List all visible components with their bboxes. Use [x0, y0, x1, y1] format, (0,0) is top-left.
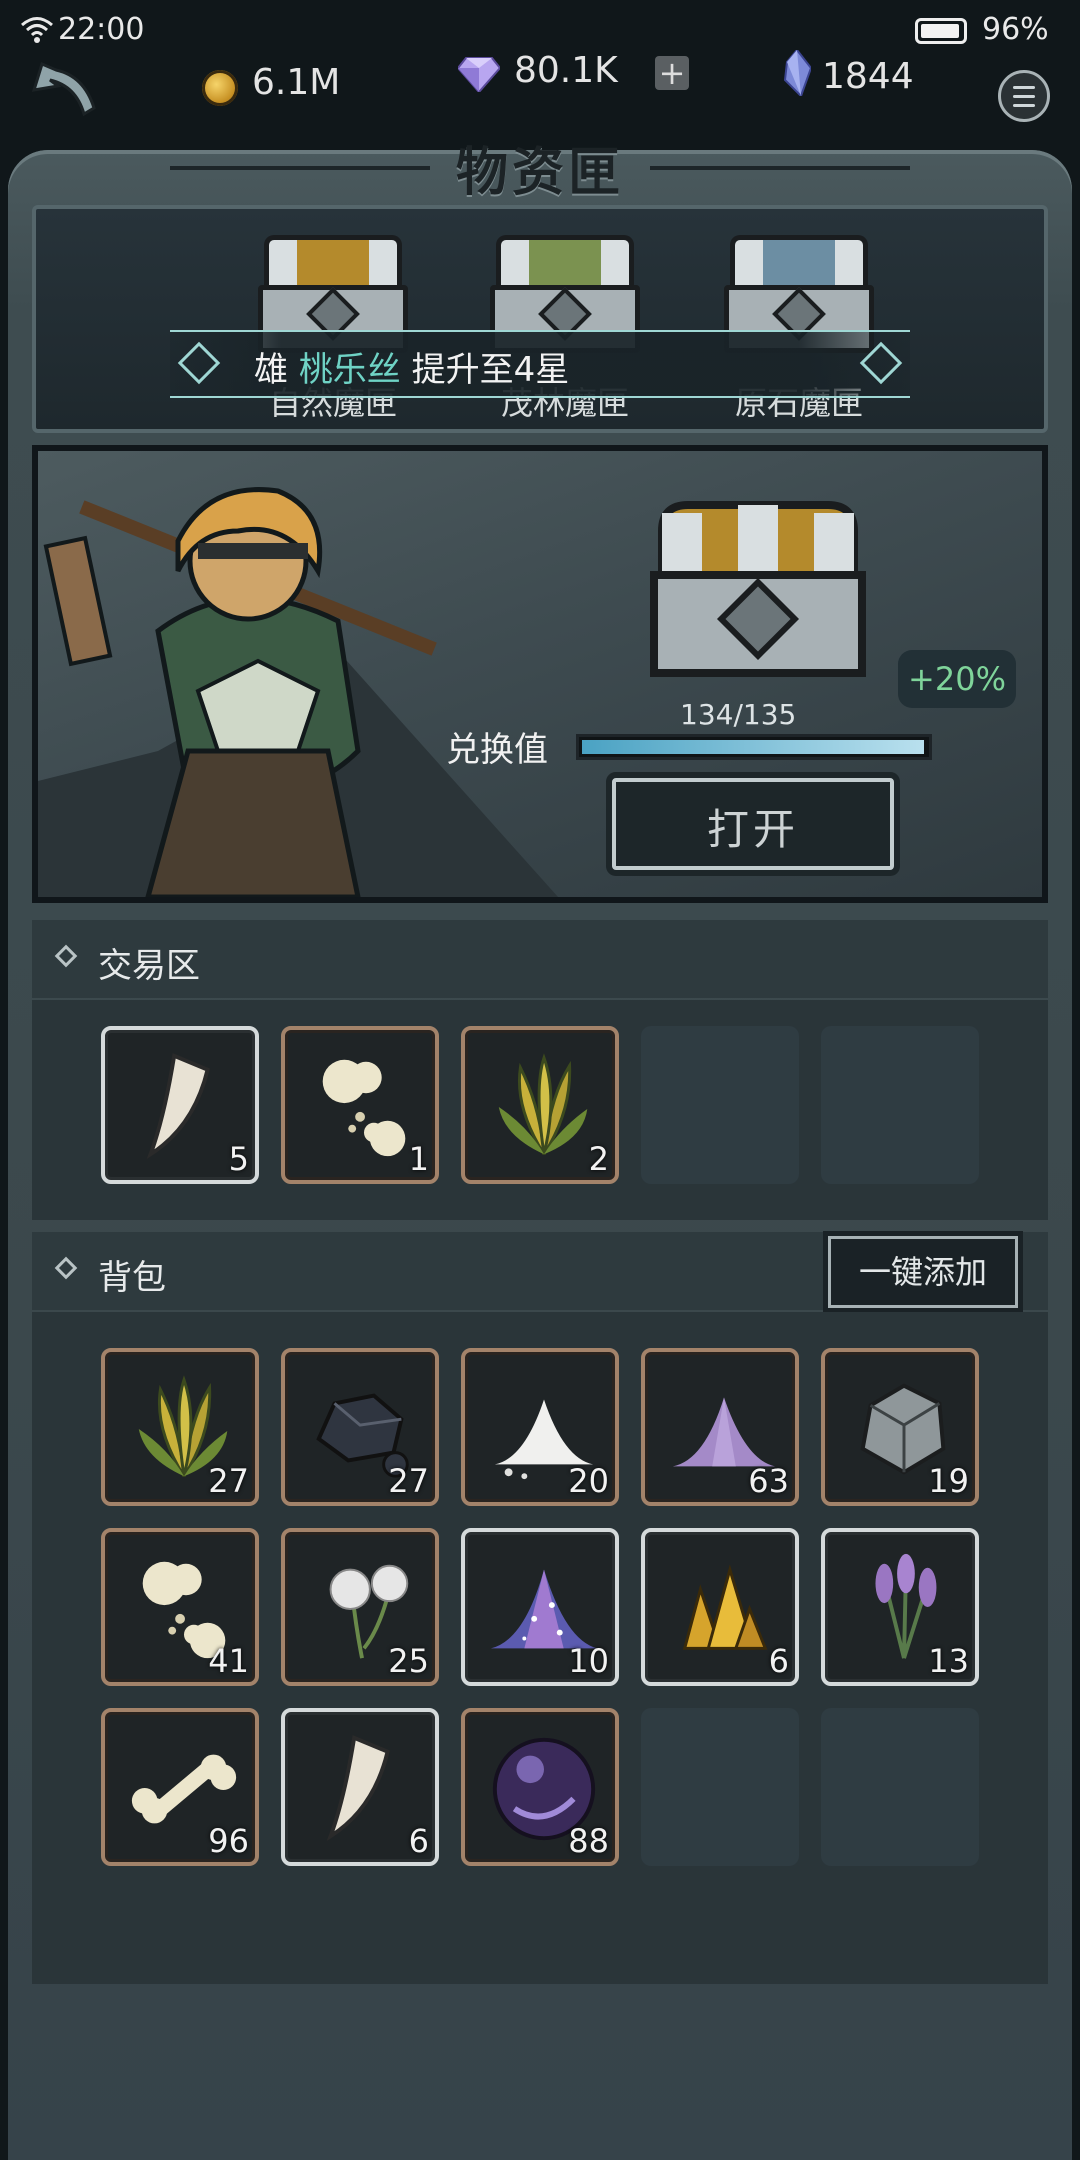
gold-coin-icon [202, 70, 238, 106]
backpack-item-slot[interactable]: 13 [821, 1528, 979, 1686]
backpack-item-slot[interactable]: 27 [281, 1348, 439, 1506]
backpack-item-slot[interactable]: 6 [281, 1708, 439, 1866]
gem-amount: 80.1K [514, 50, 618, 91]
item-count: 1 [408, 1140, 429, 1178]
backpack-item-slot[interactable]: 10 [461, 1528, 619, 1686]
item-count: 6 [768, 1642, 789, 1680]
toast-ornament-left [177, 341, 221, 385]
herb-icon [498, 1053, 588, 1155]
exchange-progress-fill [582, 740, 924, 754]
item-count: 6 [408, 1822, 429, 1860]
toast-prefix: 雄 [254, 350, 288, 390]
quick-add-button[interactable]: 一键添加 [828, 1236, 1018, 1308]
item-count: 96 [208, 1822, 249, 1860]
diamond-icon [458, 57, 500, 92]
open-chest-button[interactable]: 打开 [612, 778, 894, 870]
exchange-progress-text: 134/135 [680, 698, 797, 731]
trade-item-slot[interactable]: 2 [461, 1026, 619, 1184]
bonus-badge: +20% [898, 650, 1016, 708]
item-count: 13 [928, 1642, 969, 1680]
fang-icon [326, 1735, 390, 1841]
item-count: 27 [388, 1462, 429, 1500]
trade-empty-slot [641, 1026, 799, 1184]
toast-ornament-right [859, 341, 903, 385]
gold-crystal-icon [682, 1564, 768, 1650]
backpack-item-slot[interactable]: 63 [641, 1348, 799, 1506]
trade-item-slot[interactable]: 1 [281, 1026, 439, 1184]
backpack-item-slot[interactable]: 41 [101, 1528, 259, 1686]
item-count: 2 [588, 1140, 609, 1178]
battery-icon [915, 18, 967, 44]
item-count: 19 [928, 1462, 969, 1500]
toast-suffix: 提升至4星 [411, 350, 570, 390]
hero-card [32, 445, 1048, 903]
add-gems-button[interactable]: + [655, 56, 689, 90]
trade-zone-title: 交易区 [98, 946, 200, 986]
item-count: 20 [568, 1462, 609, 1500]
backpack-item-slot[interactable]: 20 [461, 1348, 619, 1506]
trade-item-slot[interactable]: 5 [101, 1026, 259, 1184]
diamond-bullet-icon [54, 1256, 78, 1280]
diamond-bullet-icon [54, 944, 78, 968]
toast-hero-name: 桃乐丝 [298, 350, 401, 390]
fang-icon [146, 1053, 210, 1159]
backpack-item-slot[interactable]: 6 [641, 1528, 799, 1686]
back-button[interactable] [28, 60, 102, 130]
battery-percent: 96% [982, 12, 1049, 47]
notification-toast: 雄 桃乐丝 提升至4星 [170, 330, 910, 398]
item-count: 63 [748, 1462, 789, 1500]
backpack-item-slot[interactable]: 88 [461, 1708, 619, 1866]
item-count: 10 [568, 1642, 609, 1680]
exchange-progress-bar [576, 734, 932, 760]
selected-chest-icon [650, 501, 866, 677]
trade-zone-header: 交易区 [32, 920, 1048, 998]
item-count: 27 [208, 1462, 249, 1500]
trade-empty-slot [821, 1026, 979, 1184]
backpack-empty-slot [641, 1708, 799, 1866]
page-title: 物资匣 [455, 143, 624, 203]
backpack-item-slot[interactable]: 96 [101, 1708, 259, 1866]
backpack-item-slot[interactable]: 25 [281, 1528, 439, 1686]
status-time: 22:00 [58, 12, 145, 47]
back-arrow-icon [31, 61, 96, 117]
item-count: 41 [208, 1642, 249, 1680]
item-count: 25 [388, 1642, 429, 1680]
open-button-label: 打开 [706, 805, 799, 854]
backpack-title: 背包 [98, 1258, 166, 1298]
backpack-item-slot[interactable]: 19 [821, 1348, 979, 1506]
toast-message: 雄 桃乐丝 提升至4星 [254, 342, 569, 391]
backpack-item-slot[interactable]: 27 [101, 1348, 259, 1506]
wifi-icon [21, 17, 53, 43]
backpack-empty-slot [821, 1708, 979, 1866]
bone-fragments-icon [322, 1059, 406, 1157]
item-count: 5 [228, 1140, 249, 1178]
crystal-icon [783, 50, 811, 96]
crystal-amount: 1844 [822, 56, 914, 97]
gold-amount: 6.1M [252, 62, 341, 103]
hero-illustration [38, 487, 558, 897]
menu-button[interactable] [998, 70, 1050, 122]
item-count: 88 [568, 1822, 609, 1860]
exchange-label: 兑换值 [446, 730, 548, 770]
